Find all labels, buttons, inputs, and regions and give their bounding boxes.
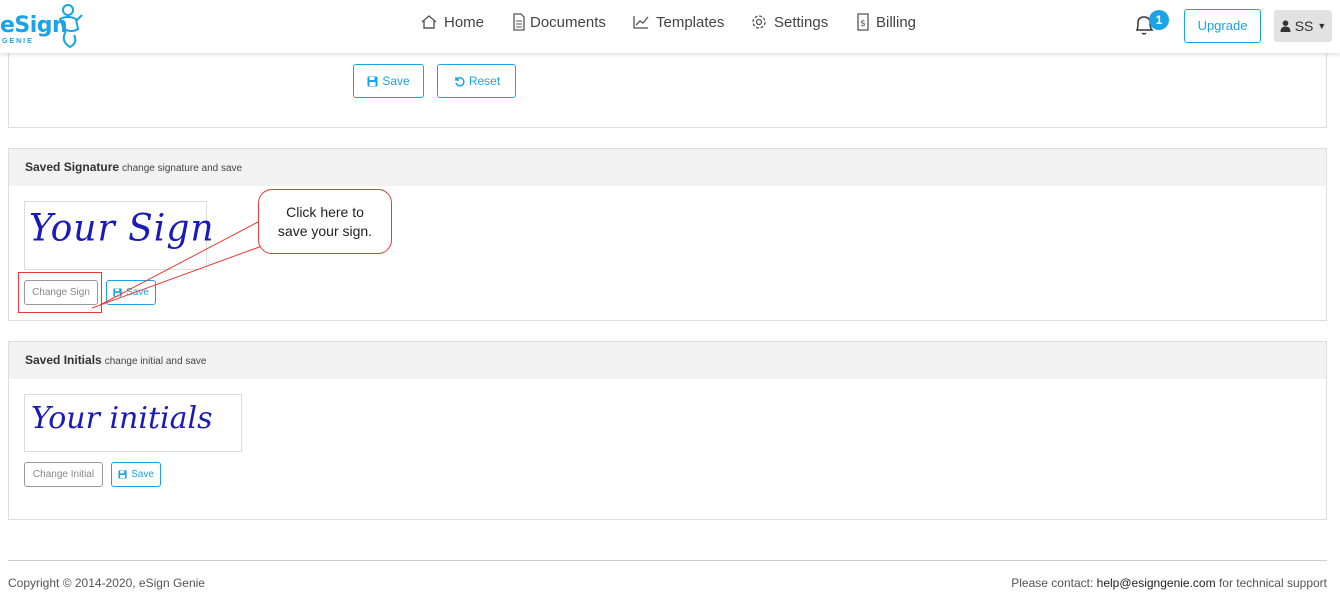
user-menu-button[interactable]: SS ▼ xyxy=(1274,10,1332,42)
saved-initials-title: Saved Initials xyxy=(25,353,102,367)
billing-icon: $ xyxy=(857,13,869,31)
floppy-disk-icon xyxy=(113,288,122,297)
contact-suffix: for technical support xyxy=(1218,576,1327,590)
upgrade-button[interactable]: Upgrade xyxy=(1184,9,1261,43)
top-settings-panel: Save Reset xyxy=(8,40,1327,128)
sign-save-label: Save xyxy=(126,287,149,298)
home-icon xyxy=(421,15,437,29)
initial-save-button[interactable]: Save xyxy=(111,462,161,487)
user-icon xyxy=(1280,20,1291,32)
sign-save-button[interactable]: Save xyxy=(106,280,156,305)
saved-signature-header: Saved Signature change signature and save xyxy=(9,149,1326,186)
nav-billing-label: Billing xyxy=(876,13,917,31)
saved-initials-panel: Saved Initials change initial and save Yo… xyxy=(8,341,1327,520)
notification-count-badge: 1 xyxy=(1149,10,1169,30)
initials-sample-text: Your initials xyxy=(31,401,213,436)
nav-documents[interactable]: Documents xyxy=(512,0,606,44)
highlight-box-change-sign xyxy=(18,272,102,313)
floppy-disk-icon xyxy=(118,470,127,479)
genie-mascot-icon xyxy=(58,4,83,49)
callout-bubble: Click here to save your sign. xyxy=(258,189,392,254)
user-initials: SS xyxy=(1294,18,1314,34)
initials-preview: Your initials xyxy=(24,394,242,452)
callout-line-2: save your sign. xyxy=(277,223,373,239)
nav-billing[interactable]: $ Billing xyxy=(856,0,916,44)
top-save-button[interactable]: Save xyxy=(353,64,424,98)
template-chart-icon xyxy=(633,16,649,29)
floppy-disk-icon xyxy=(367,76,378,86)
top-save-label: Save xyxy=(382,74,410,88)
support-email-link[interactable]: help@esigngenie.com xyxy=(1097,576,1216,590)
contact-prefix: Please contact: xyxy=(1011,576,1094,590)
nav-documents-label: Documents xyxy=(530,13,606,31)
logo-sub-text: GENIE xyxy=(2,38,34,45)
callout-line-1: Click here to xyxy=(286,204,364,220)
undo-icon xyxy=(455,77,465,87)
saved-initials-hint: change initial and save xyxy=(104,356,207,367)
svg-text:$: $ xyxy=(860,19,866,29)
saved-signature-panel: Saved Signature change signature and save… xyxy=(8,148,1327,321)
saved-signature-title: Saved Signature xyxy=(25,160,120,174)
esign-genie-logo[interactable]: eSign GENIE xyxy=(0,3,86,49)
change-initial-button[interactable]: Change Initial xyxy=(24,462,103,487)
nav-settings[interactable]: Settings xyxy=(750,0,828,44)
nav-home-label: Home xyxy=(444,13,485,31)
footer-divider xyxy=(8,560,1327,561)
nav-settings-label: Settings xyxy=(774,13,829,31)
top-navbar: eSign GENIE Home Documents Templates Set… xyxy=(0,0,1340,53)
signature-preview: Your Sign xyxy=(24,201,214,270)
top-reset-label: Reset xyxy=(468,74,501,88)
top-reset-button[interactable]: Reset xyxy=(437,64,516,98)
saved-initials-header: Saved Initials change initial and save xyxy=(9,342,1326,379)
initial-save-label: Save xyxy=(131,469,154,480)
gear-icon xyxy=(752,15,766,29)
footer-contact: Please contact: help@esigngenie.com for … xyxy=(1011,576,1327,590)
nav-home[interactable]: Home xyxy=(420,0,484,44)
nav-templates[interactable]: Templates xyxy=(632,0,724,44)
signature-sample-text: Your Sign xyxy=(29,206,215,251)
nav-templates-label: Templates xyxy=(656,13,725,31)
footer-copyright: Copyright © 2014-2020, eSign Genie xyxy=(8,576,205,590)
caret-down-icon: ▼ xyxy=(1317,21,1327,31)
saved-signature-hint: change signature and save xyxy=(122,163,243,174)
document-icon xyxy=(513,13,525,31)
